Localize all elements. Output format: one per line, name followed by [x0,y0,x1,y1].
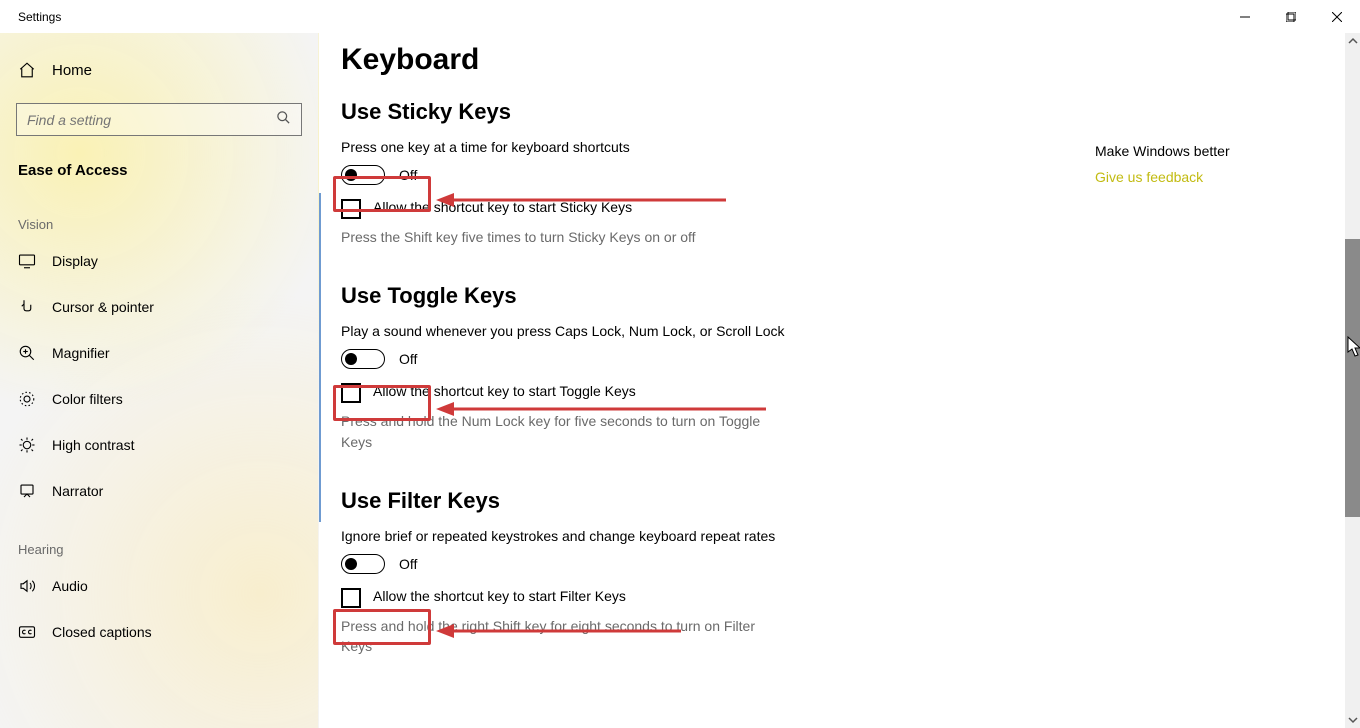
home-icon [18,61,36,79]
sidebar-home-label: Home [52,62,92,79]
sidebar-item-label: Audio [52,578,88,594]
filter-keys-shortcut-checkbox[interactable] [341,588,361,608]
search-input[interactable] [27,112,276,128]
sticky-keys-shortcut-checkbox[interactable] [341,199,361,219]
section-description: Press one key at a time for keyboard sho… [341,139,801,155]
section-title: Use Toggle Keys [341,283,801,309]
window-title: Settings [0,10,61,24]
checkbox-label: Allow the shortcut key to start Toggle K… [373,383,636,399]
sidebar-item-label: Closed captions [52,624,152,640]
toggle-state: Off [399,556,417,572]
narrator-icon [18,482,36,500]
sidebar-group-hearing: Hearing [0,514,318,563]
close-button[interactable] [1314,0,1360,33]
title-bar: Settings [0,0,1360,33]
section-filter-keys: Use Filter Keys Ignore brief or repeated… [341,488,801,657]
section-description: Ignore brief or repeated keystrokes and … [341,528,801,544]
sidebar-item-cursor-pointer[interactable]: Cursor & pointer [0,284,318,330]
sidebar-item-audio[interactable]: Audio [0,563,318,609]
section-toggle-keys: Use Toggle Keys Play a sound whenever yo… [341,283,801,452]
sidebar-home[interactable]: Home [0,47,318,93]
feedback-link[interactable]: Give us feedback [1095,169,1325,185]
sticky-keys-toggle[interactable] [341,165,385,185]
sidebar-item-label: Magnifier [52,345,110,361]
magnifier-icon [18,344,36,362]
cursor-pointer-icon [18,298,36,316]
display-icon [18,252,36,270]
checkbox-label: Allow the shortcut key to start Filter K… [373,588,626,604]
toggle-state: Off [399,351,417,367]
section-hint: Press and hold the right Shift key for e… [341,616,781,657]
right-panel: Make Windows better Give us feedback [1095,143,1325,185]
audio-icon [18,577,36,595]
scrollbar-thumb[interactable] [1345,239,1360,517]
sidebar-item-label: High contrast [52,437,134,453]
scrollbar-track[interactable] [1345,33,1360,728]
filter-keys-toggle[interactable] [341,554,385,574]
sidebar-item-narrator[interactable]: Narrator [0,468,318,514]
sidebar-item-closed-captions[interactable]: Closed captions [0,609,318,655]
section-title: Use Filter Keys [341,488,801,514]
sidebar-group-vision: Vision [0,189,318,238]
sidebar-category: Ease of Access [0,144,318,189]
section-hint: Press and hold the Num Lock key for five… [341,411,781,452]
maximize-button[interactable] [1268,0,1314,33]
sidebar-item-magnifier[interactable]: Magnifier [0,330,318,376]
sidebar-item-label: Narrator [52,483,103,499]
scroll-down-button[interactable] [1345,712,1360,728]
toggle-state: Off [399,167,417,183]
section-hint: Press the Shift key five times to turn S… [341,227,781,247]
sidebar-item-high-contrast[interactable]: High contrast [0,422,318,468]
main-content: Keyboard Use Sticky Keys Press one key a… [319,33,1360,728]
sidebar-item-color-filters[interactable]: Color filters [0,376,318,422]
minimize-button[interactable] [1222,0,1268,33]
search-icon [276,110,291,130]
high-contrast-icon [18,436,36,454]
section-description: Play a sound whenever you press Caps Loc… [341,323,801,339]
section-sticky-keys: Use Sticky Keys Press one key at a time … [341,99,801,247]
sidebar: Home Ease of Access Vision Display Curso… [0,33,319,728]
closed-captions-icon [18,623,36,641]
color-filters-icon [18,390,36,408]
sidebar-item-label: Cursor & pointer [52,299,154,315]
sidebar-item-label: Display [52,253,98,269]
section-title: Use Sticky Keys [341,99,801,125]
scroll-up-button[interactable] [1345,33,1360,49]
checkbox-label: Allow the shortcut key to start Sticky K… [373,199,632,215]
search-box[interactable] [16,103,302,136]
toggle-keys-toggle[interactable] [341,349,385,369]
sidebar-item-label: Color filters [52,391,123,407]
right-panel-title: Make Windows better [1095,143,1325,159]
toggle-keys-shortcut-checkbox[interactable] [341,383,361,403]
page-title: Keyboard [341,43,1079,77]
accent-bar [319,193,321,522]
sidebar-item-display[interactable]: Display [0,238,318,284]
